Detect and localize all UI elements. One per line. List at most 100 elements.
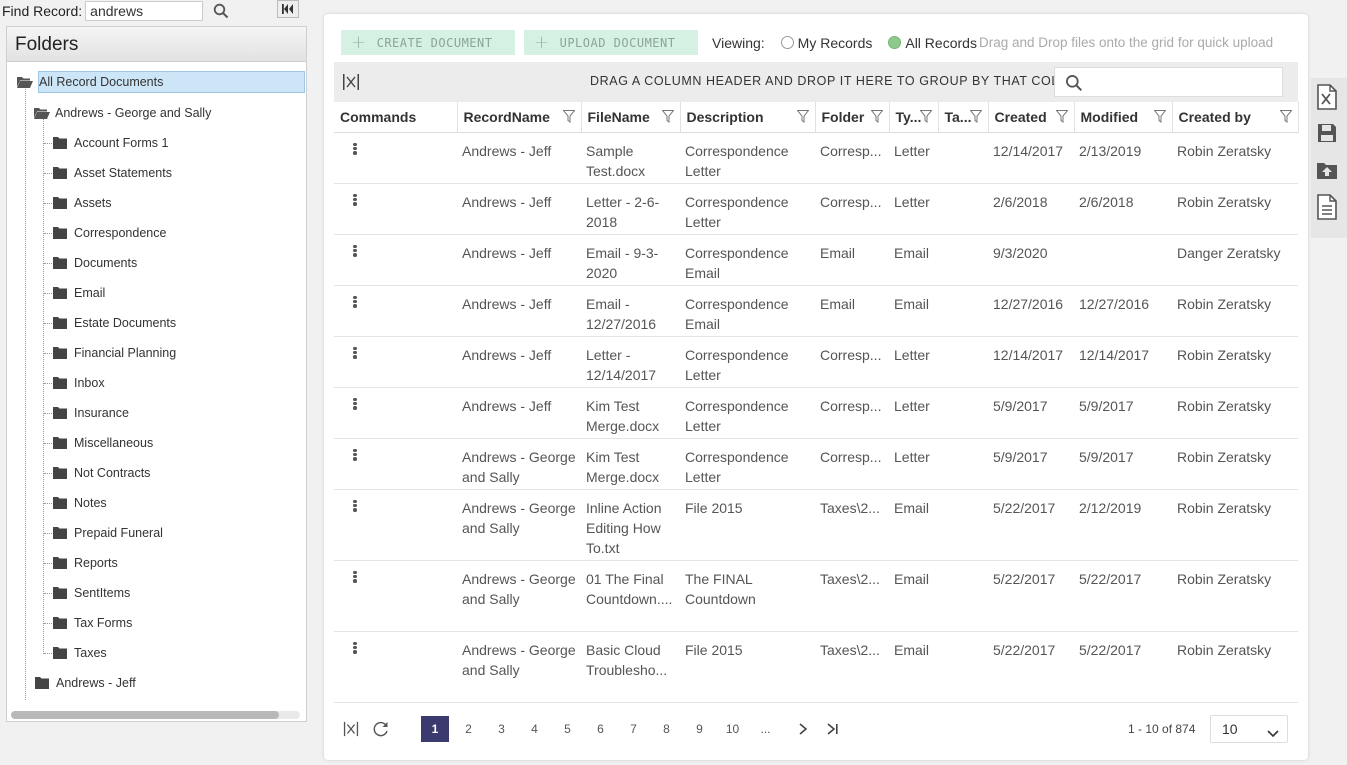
- column-header[interactable]: Modified: [1074, 102, 1173, 133]
- folder-item[interactable]: Prepaid Funeral: [53, 522, 163, 544]
- folder-icon: [53, 227, 69, 239]
- upload-document-button[interactable]: + UPLOAD DOCUMENT: [524, 30, 698, 55]
- kebab-menu-icon[interactable]: [348, 345, 362, 361]
- grid-search-input[interactable]: [1054, 67, 1283, 97]
- page-button[interactable]: 6: [584, 716, 617, 742]
- kebab-menu-icon[interactable]: [348, 192, 362, 208]
- last-page-icon[interactable]: [822, 718, 844, 740]
- group-toggle-icon[interactable]: [342, 73, 360, 91]
- folder-item[interactable]: Not Contracts: [53, 462, 150, 484]
- column-header[interactable]: Ta...: [938, 102, 989, 133]
- all-records-radio[interactable]: All Records: [888, 35, 977, 51]
- page-button[interactable]: 7: [617, 716, 650, 742]
- folder-label: SentItems: [74, 586, 131, 600]
- filter-icon[interactable]: [1278, 110, 1293, 123]
- collapse-panel-icon[interactable]: [277, 0, 299, 18]
- folder-item[interactable]: Documents: [53, 252, 137, 274]
- page-button[interactable]: 5: [551, 716, 584, 742]
- page-button-current[interactable]: 1: [421, 716, 449, 742]
- find-record-input[interactable]: [85, 1, 204, 21]
- column-header[interactable]: Ty...: [889, 102, 939, 133]
- filter-icon[interactable]: [795, 110, 810, 123]
- filter-icon[interactable]: [1054, 110, 1069, 123]
- column-header[interactable]: Folder: [815, 102, 890, 133]
- column-header[interactable]: FileName: [581, 102, 681, 133]
- column-header[interactable]: Created by: [1172, 102, 1299, 133]
- kebab-menu-icon[interactable]: [348, 447, 362, 463]
- folder-item[interactable]: Tax Forms: [53, 612, 132, 634]
- column-header[interactable]: Commands: [334, 102, 458, 133]
- page-button[interactable]: 8: [650, 716, 683, 742]
- table-row[interactable]: Andrews - Jeff Email - 9-3-2020 Correspond…: [334, 234, 1298, 286]
- folder-all-record-documents[interactable]: All Record Documents: [17, 71, 305, 93]
- page-size-select[interactable]: 10: [1210, 715, 1288, 743]
- kebab-menu-icon[interactable]: [348, 640, 362, 656]
- folder-item[interactable]: Financial Planning: [53, 342, 176, 364]
- cell-by: Robin Zeratsky: [1172, 438, 1298, 490]
- my-records-radio[interactable]: My Records: [780, 35, 872, 51]
- save-icon[interactable]: [1316, 122, 1338, 148]
- page-button[interactable]: 3: [485, 716, 518, 742]
- table-row[interactable]: Andrews - George and Sally 01 The Final C…: [334, 560, 1298, 632]
- filter-icon[interactable]: [968, 110, 983, 123]
- table-row[interactable]: Andrews - Jeff Letter - 12/14/2017 Corresp…: [334, 336, 1298, 388]
- kebab-menu-icon[interactable]: [348, 294, 362, 310]
- folder-item[interactable]: Miscellaneous: [53, 432, 153, 454]
- cell-created: 5/22/2017: [988, 489, 1074, 561]
- folder-item[interactable]: SentItems: [53, 582, 130, 604]
- folder-item[interactable]: Estate Documents: [53, 312, 176, 334]
- table-row[interactable]: Andrews - George and Sally Inline Action …: [334, 489, 1298, 561]
- search-icon[interactable]: [211, 1, 231, 21]
- column-header[interactable]: Description: [680, 102, 816, 133]
- folder-item[interactable]: Assets: [53, 192, 112, 214]
- folder-item[interactable]: Correspondence: [53, 222, 166, 244]
- filter-icon[interactable]: [660, 110, 675, 123]
- radio-circle[interactable]: [780, 36, 794, 49]
- folder-upload-icon[interactable]: [1316, 160, 1338, 186]
- kebab-menu-icon[interactable]: [348, 396, 362, 412]
- page-button[interactable]: ...: [749, 716, 782, 742]
- cell-created: 12/14/2017: [988, 336, 1074, 388]
- scrollbar-thumb[interactable]: [11, 711, 279, 719]
- filter-icon[interactable]: [918, 110, 933, 123]
- group-toggle-icon[interactable]: [340, 718, 362, 740]
- folder-item[interactable]: Asset Statements: [53, 162, 172, 184]
- folder-item[interactable]: Taxes: [53, 642, 107, 664]
- cell-created: 5/9/2017: [988, 387, 1074, 439]
- folder-item[interactable]: Account Forms 1: [53, 132, 168, 154]
- kebab-menu-icon[interactable]: [348, 569, 362, 585]
- folder-item[interactable]: Email: [53, 282, 105, 304]
- folder-andrews-george-and-sally[interactable]: Andrews - George and Sally: [34, 102, 211, 124]
- folder-item[interactable]: Reports: [53, 552, 118, 574]
- next-page-icon[interactable]: [792, 718, 814, 740]
- excel-export-icon[interactable]: [1316, 84, 1338, 110]
- table-row[interactable]: Andrews - George and Sally Basic Cloud Tr…: [334, 631, 1298, 703]
- table-row[interactable]: Andrews - Jeff Kim Test Merge.docx Corresp…: [334, 387, 1298, 439]
- page-button[interactable]: 2: [452, 716, 485, 742]
- column-header[interactable]: RecordName: [457, 102, 582, 133]
- kebab-menu-icon[interactable]: [348, 498, 362, 514]
- table-row[interactable]: Andrews - George and Sally Kim Test Merge…: [334, 438, 1298, 490]
- page-button[interactable]: 10: [716, 716, 749, 742]
- page-button[interactable]: 4: [518, 716, 551, 742]
- filter-icon[interactable]: [1152, 110, 1167, 123]
- column-header[interactable]: Created: [988, 102, 1075, 133]
- folder-andrews-jeff[interactable]: Andrews - Jeff: [35, 672, 136, 694]
- create-document-button[interactable]: + CREATE DOCUMENT: [341, 30, 515, 55]
- folder-item[interactable]: Insurance: [53, 402, 129, 424]
- refresh-icon[interactable]: [370, 718, 392, 740]
- folder-tree-scrollbar[interactable]: [11, 711, 300, 719]
- table-row[interactable]: Andrews - Jeff Email - 12/27/2016 Correspo…: [334, 285, 1298, 337]
- kebab-menu-icon[interactable]: [348, 243, 362, 259]
- filter-icon[interactable]: [869, 110, 884, 123]
- page-button[interactable]: 9: [683, 716, 716, 742]
- radio-circle-selected[interactable]: [888, 36, 902, 49]
- kebab-menu-icon[interactable]: [348, 141, 362, 157]
- document-icon[interactable]: [1316, 194, 1338, 220]
- group-by-bar[interactable]: DRAG A COLUMN HEADER AND DROP IT HERE TO…: [334, 62, 1298, 104]
- folder-item[interactable]: Notes: [53, 492, 107, 514]
- folder-item[interactable]: Inbox: [53, 372, 105, 394]
- filter-icon[interactable]: [561, 110, 576, 123]
- table-row[interactable]: Andrews - Jeff Sample Test.docx Correspond…: [334, 132, 1298, 184]
- table-row[interactable]: Andrews - Jeff Letter - 2-6-2018 Correspon…: [334, 183, 1298, 235]
